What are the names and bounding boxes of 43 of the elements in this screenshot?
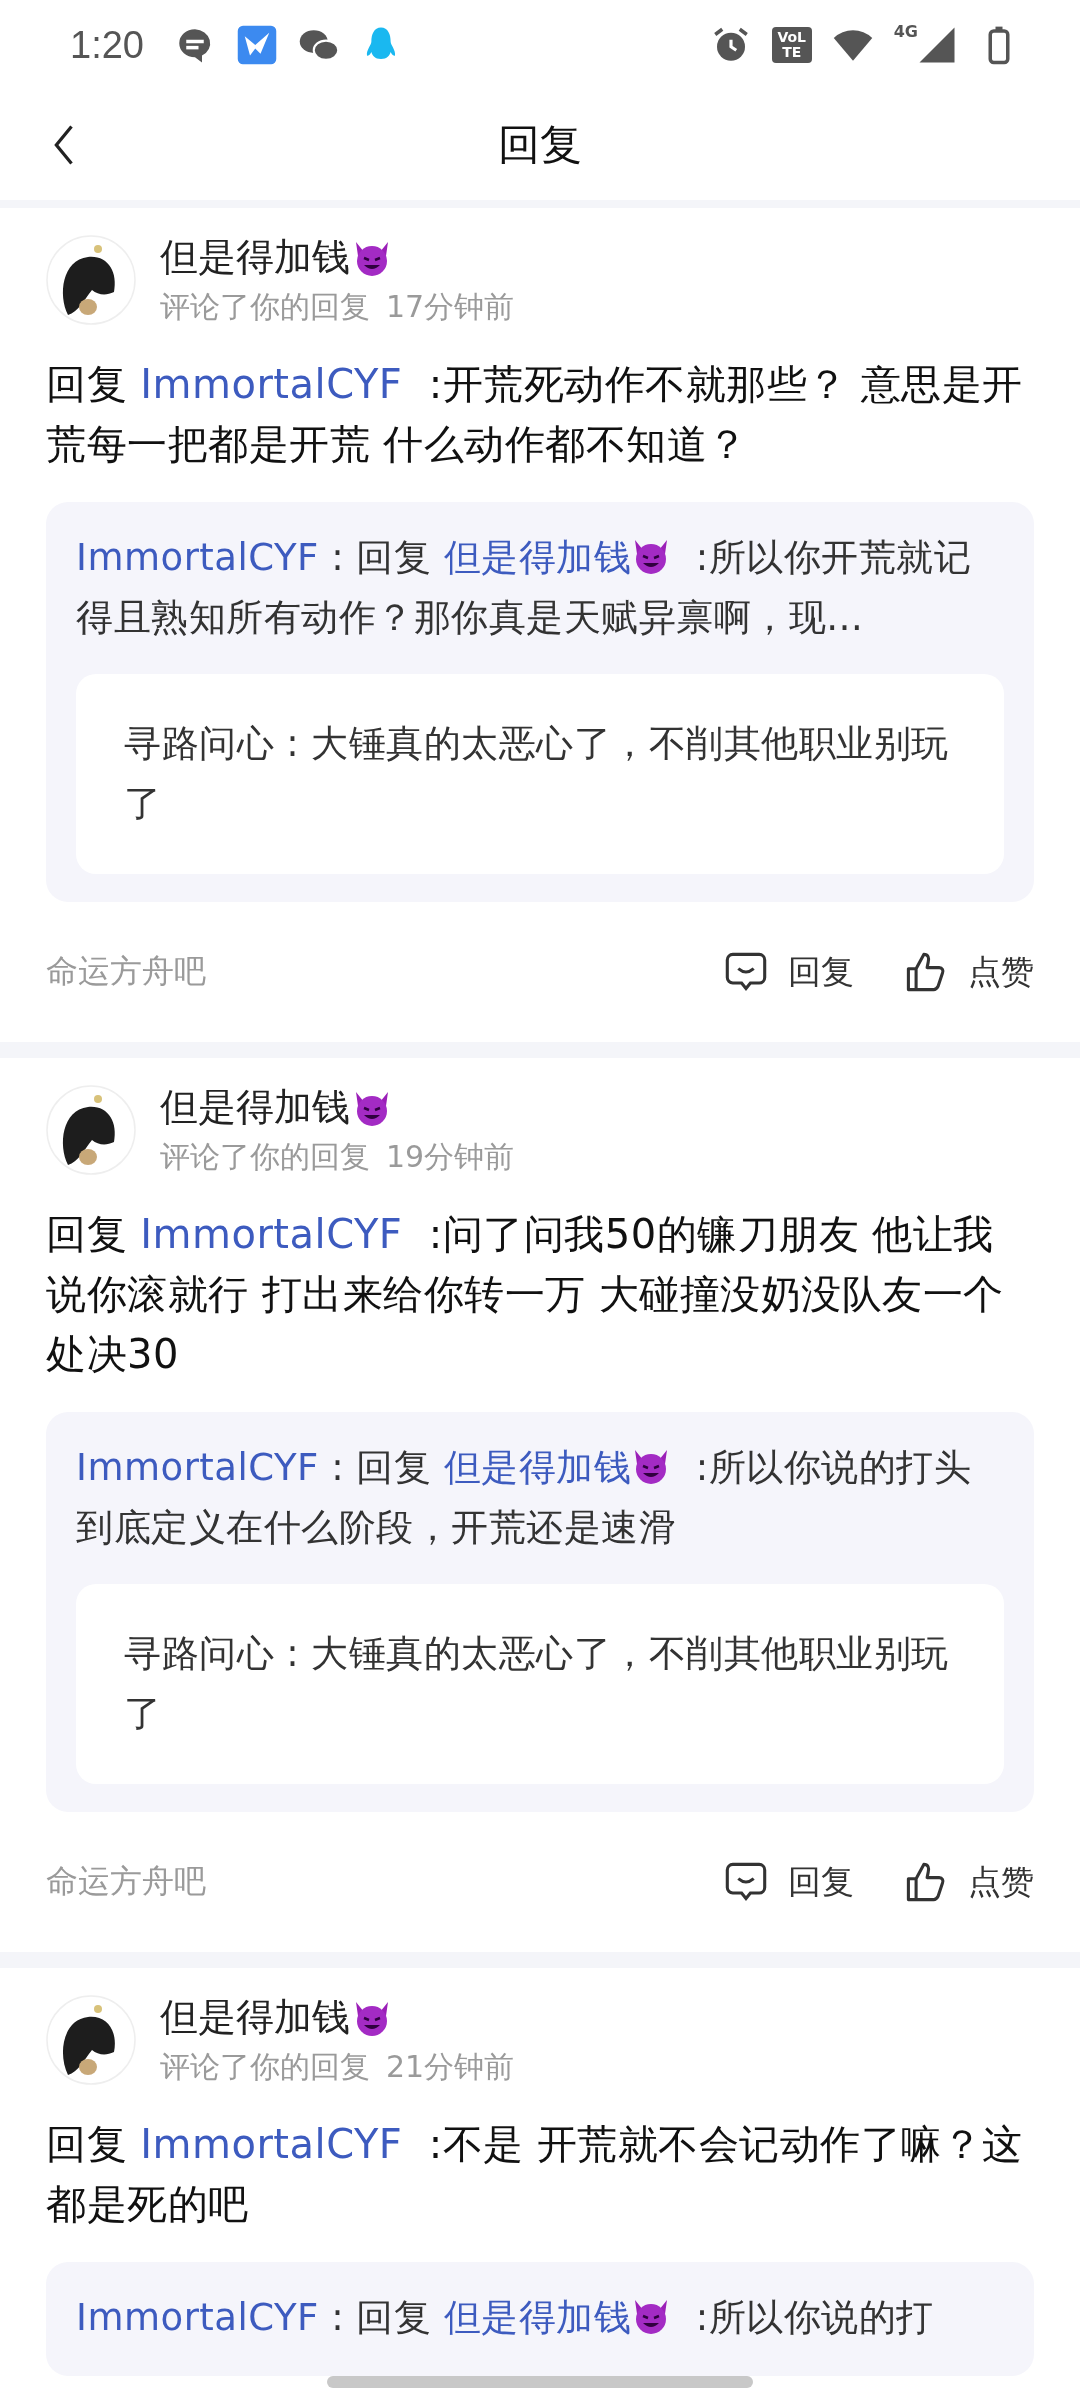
- user-link[interactable]: 但是得加钱: [443, 1446, 632, 1489]
- post-time: 19分钟前: [386, 1138, 515, 1176]
- action-text: 评论了你的回复: [160, 288, 370, 326]
- original-comment-box[interactable]: 寻路问心 : 大锤真的太恶心了，不削其他职业别玩了: [76, 1584, 1004, 1784]
- user-link[interactable]: ImmortalCYF: [76, 2296, 319, 2339]
- action-text: 评论了你的回复: [160, 1138, 370, 1176]
- user-link[interactable]: 但是得加钱: [443, 2296, 632, 2339]
- author-name[interactable]: 但是得加钱: [160, 232, 350, 283]
- original-comment-text: 寻路问心 : 大锤真的太恶心了，不削其他职业别玩了: [124, 1631, 950, 1737]
- reply-button[interactable]: 回复: [724, 1859, 854, 1905]
- volte-icon: VoLTE: [771, 27, 812, 63]
- quoted-text: ImmortalCYF : 回复 但是得加钱 :所以你说的打: [76, 2295, 935, 2341]
- user-link[interactable]: ImmortalCYF: [76, 1446, 319, 1489]
- reply-text: 回复 ImmortalCYF :不是 开荒就不会记动作了嘛？这都是死的吧: [46, 2120, 1024, 2229]
- quoted-reply-card[interactable]: ImmortalCYF : 回复 但是得加钱 :所以你开荒就记得且熟知所有动作？那你真是天赋异禀啊，现… 寻路问心 : 大锤真的太恶心了，不削其他职业别玩了: [46, 502, 1034, 902]
- quoted-reply-card[interactable]: ImmortalCYF : 回复 但是得加钱 :所以你说的打: [46, 2262, 1034, 2376]
- status-time: 1:20: [70, 23, 144, 67]
- quoted-reply-card[interactable]: ImmortalCYF : 回复 但是得加钱 :所以你说的打头到底定义在什么阶段，开荒还是速滑 寻路问心 : 大锤真的太恶心了，不削其他职业别玩了: [46, 1412, 1034, 1812]
- author-name[interactable]: 但是得加钱: [160, 1082, 350, 1133]
- avatar[interactable]: [46, 235, 136, 325]
- post-time: 21分钟前: [386, 2048, 515, 2086]
- quoted-text: ImmortalCYF : 回复 但是得加钱 :所以你说的打头到底定义在什么阶段，开荒还是速滑: [76, 1445, 973, 1551]
- page-title: 回复: [498, 119, 582, 171]
- avatar[interactable]: [46, 1085, 136, 1175]
- reply-button[interactable]: 回复: [724, 949, 854, 995]
- user-link[interactable]: ImmortalCYF: [140, 361, 403, 407]
- quoted-text: ImmortalCYF : 回复 但是得加钱 :所以你开荒就记得且熟知所有动作？那你真是天赋异禀啊，现…: [76, 535, 973, 641]
- network-type: 4G: [893, 22, 918, 41]
- user-link[interactable]: ImmortalCYF: [140, 1211, 403, 1257]
- action-text: 评论了你的回复: [160, 2048, 370, 2086]
- like-button[interactable]: 点赞: [904, 949, 1034, 995]
- original-comment-text: 寻路问心 : 大锤真的太恶心了，不削其他职业别玩了: [124, 721, 950, 827]
- author-name[interactable]: 但是得加钱: [160, 1992, 350, 2043]
- reply-text: 回复 ImmortalCYF :问了问我50的镰刀朋友 他让我说你滚就行 打出来给你转一万 大碰撞没奶没队友一个处决30: [46, 1210, 1005, 1379]
- user-link[interactable]: ImmortalCYF: [76, 536, 319, 579]
- bird-app-icon: [235, 24, 278, 66]
- user-link[interactable]: 但是得加钱: [443, 536, 632, 579]
- user-link[interactable]: ImmortalCYF: [140, 2121, 403, 2167]
- like-button[interactable]: 点赞: [904, 1859, 1034, 1905]
- original-comment-box[interactable]: 寻路问心 : 大锤真的太恶心了，不削其他职业别玩了: [76, 674, 1004, 874]
- reply-text: 回复 ImmortalCYF :开荒死动作不就那些？ 意思是开荒每一把都是开荒 什么动作都不知道？: [46, 360, 1024, 469]
- post-time: 17分钟前: [386, 288, 515, 326]
- avatar[interactable]: [46, 1995, 136, 2085]
